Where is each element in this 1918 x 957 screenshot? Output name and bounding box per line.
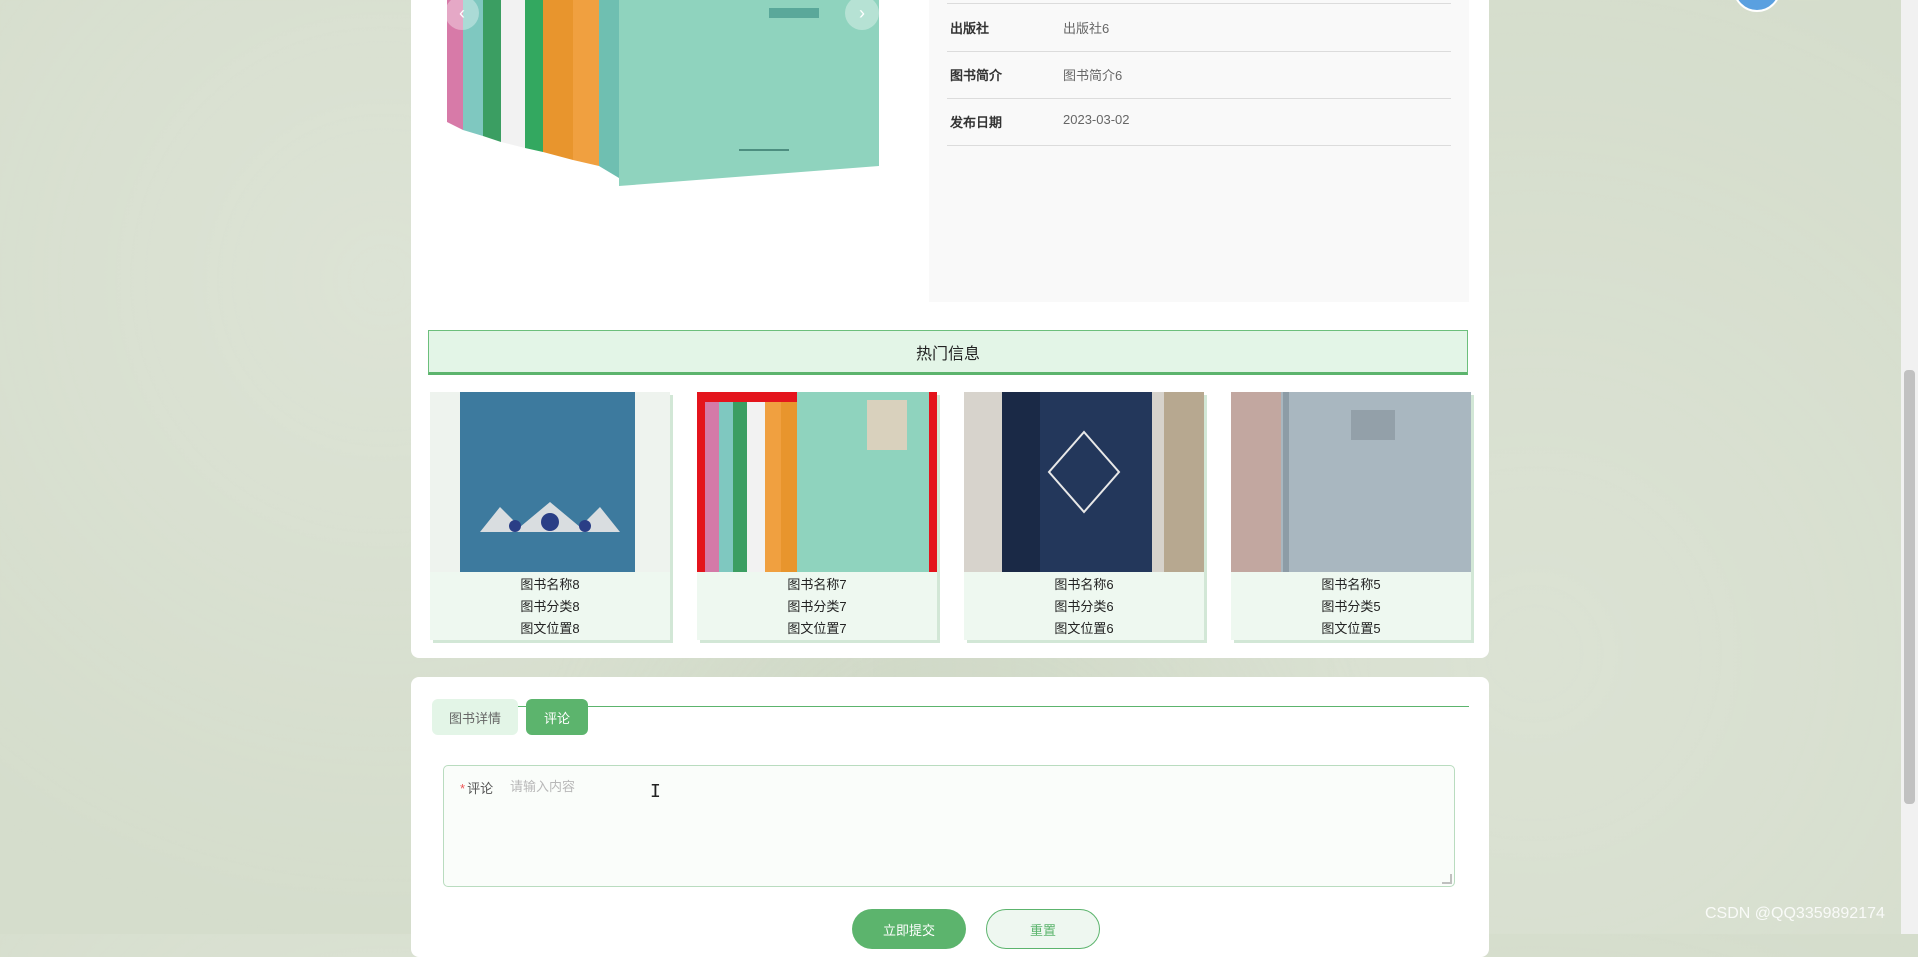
hot-item-image <box>697 392 937 572</box>
hot-item[interactable]: 图书名称7 图书分类7 图文位置7 <box>697 392 937 640</box>
reset-button-label: 重置 <box>1029 922 1056 938</box>
comment-label-text: 评论 <box>467 781 494 796</box>
hot-item-caption: 图书名称6 图书分类6 图文位置6 <box>964 572 1204 640</box>
info-value: 出版社6 <box>1063 21 1110 36</box>
hot-item[interactable]: 图书名称8 图书分类8 图文位置8 <box>430 392 670 640</box>
book-cover-image: ‹ › <box>439 0 889 195</box>
hot-item-location: 图文位置5 <box>1321 621 1381 636</box>
info-key: 出版社 <box>950 21 990 36</box>
info-row-publisher: 出版社 出版社6 <box>947 3 1451 52</box>
info-row-summary: 图书简介 图书简介6 <box>947 51 1451 99</box>
comment-textarea[interactable] <box>508 774 1442 878</box>
submit-button[interactable]: 立即提交 <box>852 909 966 949</box>
chevron-right-icon: › <box>859 2 865 23</box>
info-value: 2023-03-02 <box>1063 112 1130 127</box>
text-cursor-icon: I <box>650 781 661 802</box>
hot-item-image <box>1231 392 1471 572</box>
info-key: 发布日期 <box>950 115 1003 130</box>
hot-item-category: 图书分类7 <box>787 599 847 614</box>
hot-item-category: 图书分类8 <box>520 599 580 614</box>
hot-item-location: 图文位置8 <box>520 621 580 636</box>
hot-item-name: 图书名称5 <box>1321 577 1381 592</box>
floating-avatar[interactable] <box>1733 0 1781 12</box>
tab-book-detail[interactable]: 图书详情 <box>432 699 518 735</box>
comment-label: * 评论 <box>460 778 493 797</box>
tab-comment[interactable]: 评论 <box>526 699 588 735</box>
hot-item-name: 图书名称8 <box>520 577 580 592</box>
watermark-text: CSDN @QQ3359892174 <box>1705 905 1885 922</box>
hot-item-location: 图文位置6 <box>1054 621 1114 636</box>
hot-item-category: 图书分类5 <box>1321 599 1381 614</box>
hot-item-image <box>430 392 670 572</box>
hot-item-image <box>964 392 1204 572</box>
info-key: 图书简介 <box>950 68 1003 83</box>
hot-item-location: 图文位置7 <box>787 621 847 636</box>
comment-form-field: * 评论 <box>443 765 1455 887</box>
tab-label: 评论 <box>543 710 570 726</box>
hot-item[interactable]: 图书名称5 图书分类5 图文位置5 <box>1231 392 1471 640</box>
comment-card: 图书详情 评论 *评论 立即提交 重置 <box>411 677 1489 957</box>
scrollbar-thumb[interactable] <box>1904 370 1915 804</box>
reset-button[interactable]: 重置 <box>986 909 1100 949</box>
book-detail-card: ‹ › 出版社 出版社6 图书简介 图书简介6 发布日期 2023-03-02 … <box>411 0 1489 658</box>
hot-item[interactable]: 图书名称6 图书分类6 图文位置6 <box>964 392 1204 640</box>
book-set-illustration <box>447 0 879 186</box>
tab-label: 图书详情 <box>448 710 501 726</box>
info-value: 图书简介6 <box>1063 68 1123 83</box>
info-row-release-date: 发布日期 2023-03-02 <box>947 98 1451 146</box>
resize-handle-icon[interactable] <box>1442 874 1452 884</box>
required-mark: * <box>460 781 466 796</box>
hot-item-name: 图书名称7 <box>787 577 847 592</box>
chevron-left-icon: ‹ <box>459 2 465 23</box>
hot-item-caption: 图书名称7 图书分类7 图文位置7 <box>697 572 937 640</box>
hot-info-header: 热门信息 <box>428 330 1468 375</box>
hot-item-caption: 图书名称5 图书分类5 图文位置5 <box>1231 572 1471 640</box>
hot-item-name: 图书名称6 <box>1054 577 1114 592</box>
hot-item-caption: 图书名称8 图书分类8 图文位置8 <box>430 572 670 640</box>
submit-button-label: 立即提交 <box>882 922 935 938</box>
book-info-table: 出版社 出版社6 图书简介 图书简介6 发布日期 2023-03-02 <box>929 0 1469 302</box>
hot-info-title: 热门信息 <box>915 345 980 363</box>
hot-item-category: 图书分类6 <box>1054 599 1114 614</box>
